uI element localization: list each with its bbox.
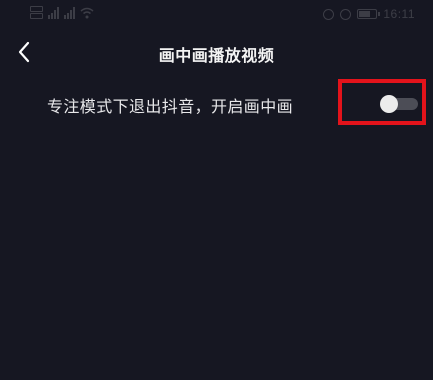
wifi-icon — [80, 7, 94, 18]
status-bar: 16:11 — [0, 0, 433, 30]
silent-icon — [340, 8, 352, 20]
pip-toggle[interactable] — [380, 95, 418, 113]
signal-icon-secondary — [64, 6, 75, 19]
status-right: 16:11 — [323, 7, 415, 21]
alarm-icon — [323, 8, 335, 20]
page-title: 画中画播放视频 — [158, 46, 275, 65]
sim-icon — [30, 6, 43, 19]
setting-row-pip: 专注模式下退出抖音，开启画中画 — [0, 78, 433, 128]
status-time: 16:11 — [383, 7, 415, 21]
setting-label: 专注模式下退出抖音，开启画中画 — [47, 97, 294, 116]
signal-icon — [48, 6, 59, 19]
toggle-knob — [380, 95, 398, 113]
battery-icon — [357, 9, 381, 19]
status-left — [30, 6, 94, 19]
